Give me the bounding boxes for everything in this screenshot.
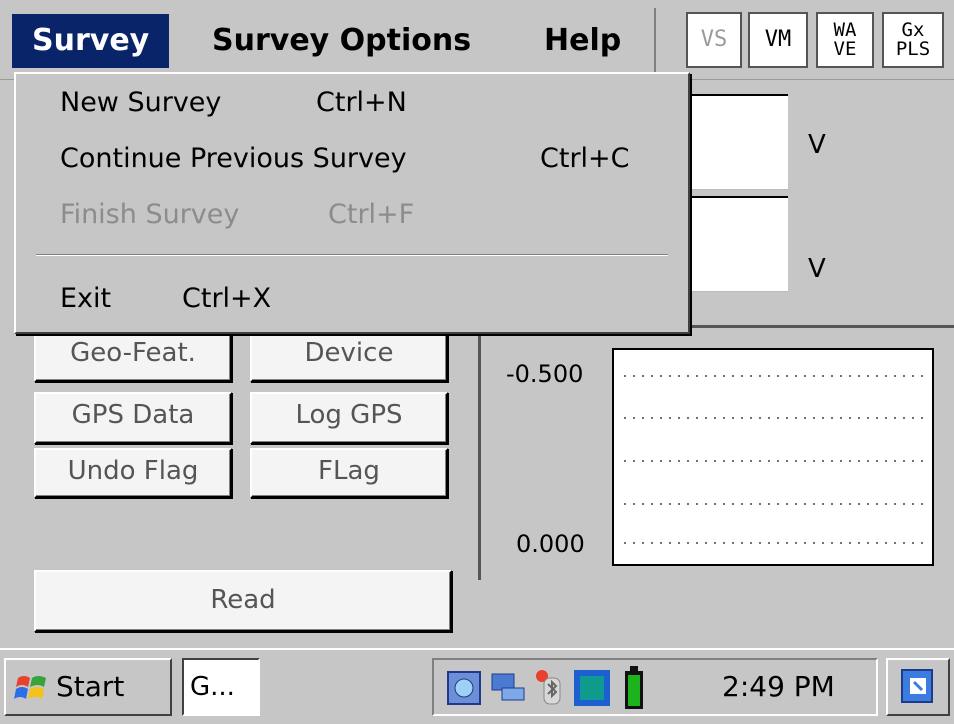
device-label: Device [304, 338, 394, 368]
menu-item-continue-survey-shortcut: Ctrl+C [540, 143, 630, 174]
menu-survey[interactable]: Survey [12, 14, 170, 68]
survey-dropdown-menu: New Survey Ctrl+N Continue Previous Surv… [14, 72, 690, 334]
geo-feat-label: Geo-Feat. [70, 338, 196, 368]
clock[interactable]: 2:49 PM [722, 660, 835, 714]
menu-item-continue-survey[interactable]: Continue Previous Survey Ctrl+C [60, 130, 680, 188]
tool-gxpls-label: Gx PLS [895, 19, 931, 60]
start-label: Start [56, 670, 125, 703]
y-tick-top: -0.500 [506, 360, 584, 388]
tool-wave-label: WA VE [833, 19, 857, 60]
tool-vs-button[interactable]: VS [686, 12, 742, 68]
menu-survey-options[interactable]: Survey Options [192, 14, 491, 68]
system-tray: 2:49 PM [432, 658, 878, 716]
gps-data-button[interactable]: GPS Data [34, 392, 232, 444]
menu-bar: Survey Survey Options Help VS VM WA VE G… [0, 0, 954, 80]
readout-1-unit: V [808, 130, 826, 160]
desktop-button[interactable] [886, 658, 950, 716]
menu-separator [36, 254, 668, 256]
y-tick-bottom: 0.000 [516, 530, 585, 558]
menu-item-exit-shortcut: Ctrl+X [182, 283, 272, 314]
readout-2-unit: V [808, 254, 826, 284]
tool-gxpls-button[interactable]: Gx PLS [882, 12, 944, 68]
taskbar-app-label: G... [190, 672, 235, 702]
flag-label: FLag [318, 456, 380, 486]
undo-flag-label: Undo Flag [67, 456, 199, 486]
tool-vs-label: VS [700, 27, 728, 52]
read-button[interactable]: Read [34, 570, 452, 632]
activesync-icon[interactable] [488, 670, 528, 706]
gps-data-label: GPS Data [71, 400, 195, 430]
undo-flag-button[interactable]: Undo Flag [34, 448, 232, 498]
menubar-divider [654, 8, 656, 72]
dtg-client-icon[interactable] [572, 668, 612, 708]
menu-item-exit[interactable]: Exit Ctrl+X [60, 270, 680, 328]
readout-2-field [680, 196, 788, 292]
menu-item-continue-survey-label: Continue Previous Survey [60, 143, 407, 174]
menu-survey-options-label: Survey Options [212, 23, 472, 58]
geo-feat-button[interactable]: Geo-Feat. [34, 330, 232, 382]
readout-1-field [680, 94, 788, 190]
bluetooth-icon[interactable] [534, 668, 564, 708]
menu-item-new-survey-label: New Survey [60, 87, 222, 118]
menu-item-new-survey-shortcut: Ctrl+N [316, 87, 407, 118]
menu-item-finish-survey-shortcut: Ctrl+F [328, 199, 415, 230]
menu-item-finish-survey-label: Finish Survey [60, 199, 240, 230]
network-icon[interactable] [446, 670, 482, 706]
menu-help[interactable]: Help [524, 14, 641, 68]
read-label: Read [210, 585, 276, 615]
taskbar: Start G... 2:49 PM [0, 648, 954, 722]
chart-svg [624, 375, 924, 544]
tool-vm-button[interactable]: VM [748, 12, 808, 68]
taskbar-app-button[interactable]: G... [182, 658, 260, 716]
menu-item-new-survey[interactable]: New Survey Ctrl+N [60, 74, 680, 132]
device-button[interactable]: Device [250, 330, 448, 382]
chart-plot-area [612, 348, 934, 566]
desktop-icon [900, 668, 936, 706]
menu-survey-label: Survey [32, 23, 150, 58]
menu-item-finish-survey[interactable]: Finish Survey Ctrl+F [60, 186, 680, 244]
windows-flag-icon [14, 670, 50, 706]
menu-item-exit-label: Exit [60, 283, 112, 314]
log-gps-label: Log GPS [295, 400, 403, 430]
log-gps-button[interactable]: Log GPS [250, 392, 448, 444]
start-button[interactable]: Start [4, 658, 172, 716]
battery-icon[interactable] [624, 666, 644, 710]
tool-vm-label: VM [764, 27, 792, 52]
flag-button[interactable]: FLag [250, 448, 448, 498]
menu-help-label: Help [544, 23, 622, 58]
tool-wave-button[interactable]: WA VE [816, 12, 874, 68]
